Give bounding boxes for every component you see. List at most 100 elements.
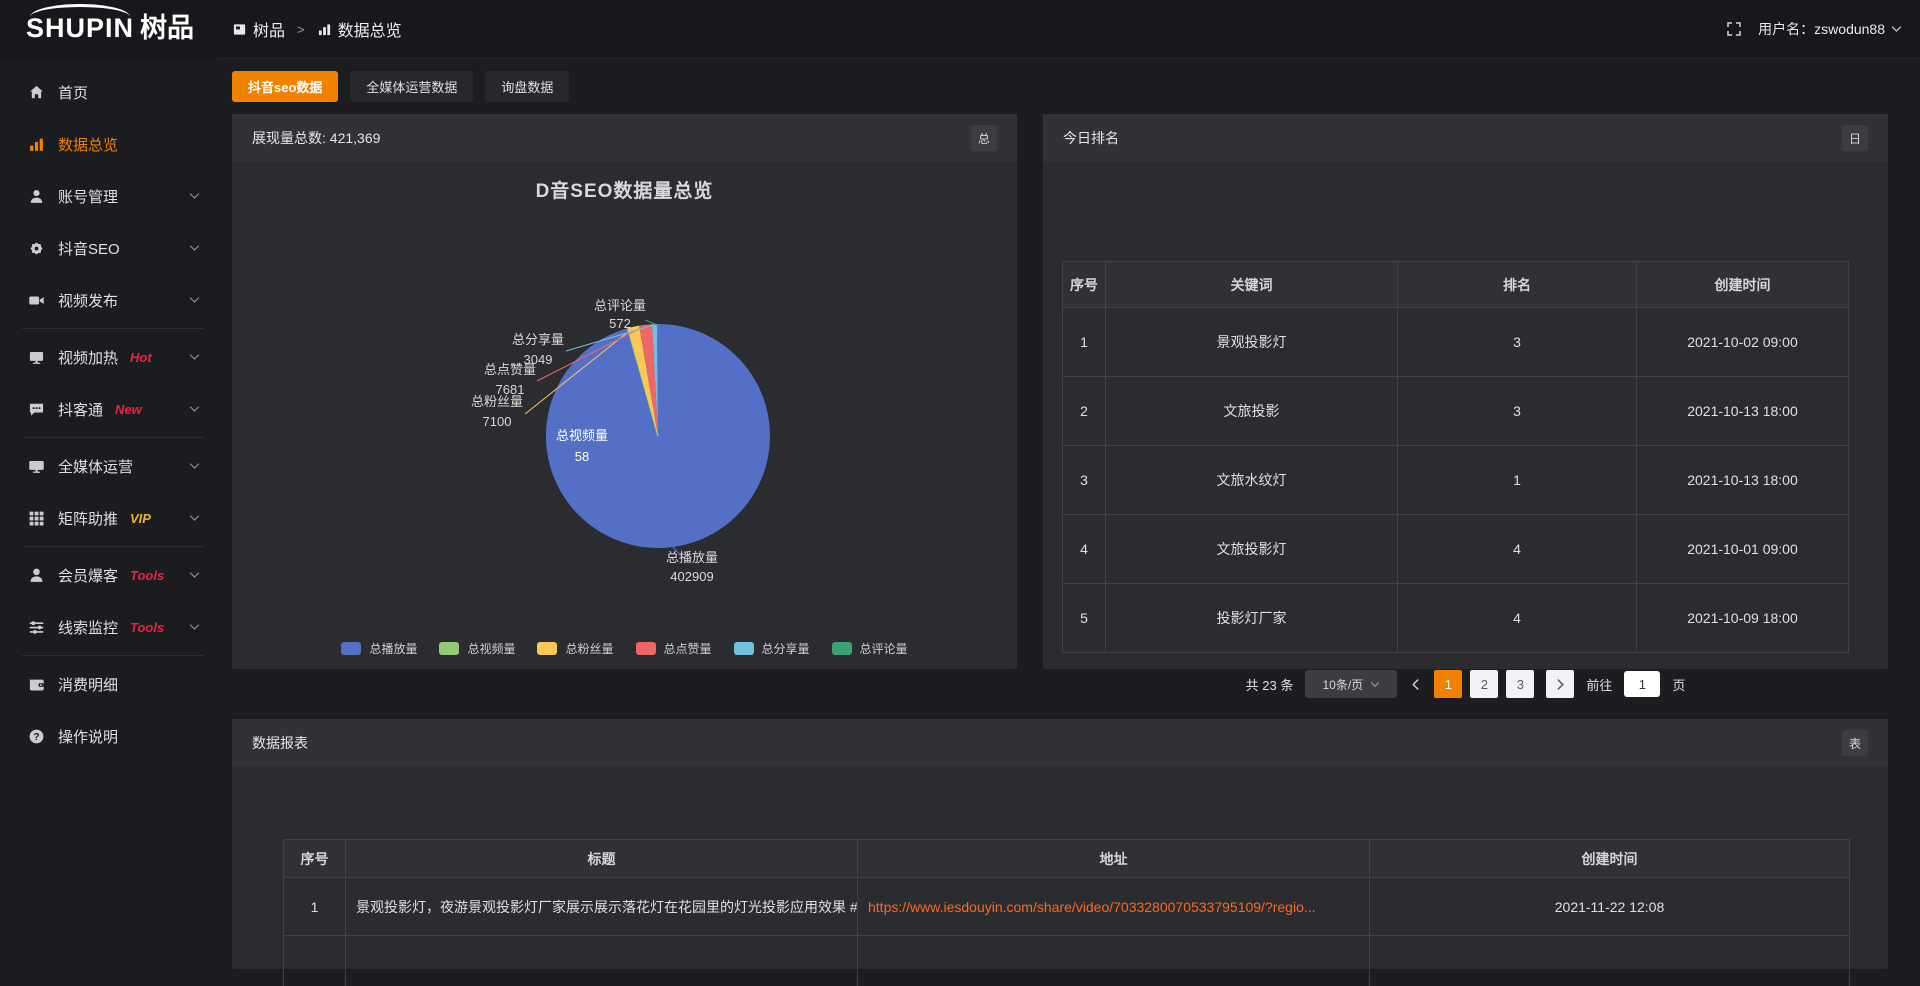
chevron-down-icon bbox=[1370, 681, 1380, 688]
legend-chip bbox=[439, 642, 459, 655]
sidebar-item-操作说明[interactable]: ?操作说明 bbox=[0, 710, 218, 762]
pagination: 共 23 条 10条/页 123 前往 页 bbox=[1043, 670, 1888, 698]
legend-item-总粉丝量[interactable]: 总粉丝量 bbox=[537, 640, 613, 657]
table-cell: 文旅水纹灯 bbox=[1106, 446, 1398, 515]
divider bbox=[22, 328, 204, 329]
table-cell: 2021-10-02 09:00 bbox=[1637, 308, 1849, 377]
username-dropdown[interactable]: 用户名：zswodun88 bbox=[1758, 19, 1902, 39]
table-cell: 2 bbox=[1063, 377, 1106, 446]
table-row: 5投影灯厂家42021-10-09 18:00 bbox=[1063, 584, 1849, 653]
sidebar-badge: New bbox=[115, 402, 142, 417]
sidebar-item-抖客通[interactable]: 抖客通New bbox=[0, 383, 218, 435]
goto-page-input[interactable] bbox=[1624, 671, 1660, 697]
ranking-col-排名: 排名 bbox=[1398, 262, 1637, 308]
table-cell: 3 bbox=[1063, 446, 1106, 515]
page-size-select[interactable]: 10条/页 bbox=[1305, 670, 1397, 698]
table-cell: 2021-10-13 18:00 bbox=[1637, 446, 1849, 515]
member-icon bbox=[28, 567, 45, 584]
overview-corner-button[interactable]: 总 bbox=[971, 125, 997, 151]
chevron-down-icon bbox=[189, 405, 200, 413]
page-button-3[interactable]: 3 bbox=[1506, 670, 1534, 698]
sidebar-item-label: 账号管理 bbox=[58, 186, 118, 207]
sidebar-item-矩阵助推[interactable]: 矩阵助推VIP bbox=[0, 492, 218, 544]
legend-label: 总粉丝量 bbox=[565, 640, 613, 657]
sidebar-item-会员爆客[interactable]: 会员爆客Tools bbox=[0, 549, 218, 601]
pie-label-name: 总播放量 bbox=[666, 550, 718, 565]
sidebar-item-label: 视频加热 bbox=[58, 347, 118, 368]
overview-panel-title: 展现量总数: 421,369 bbox=[252, 128, 380, 148]
sidebar-item-视频加热[interactable]: 视频加热Hot bbox=[0, 331, 218, 383]
bar-chart-icon bbox=[28, 136, 45, 153]
page-button-1[interactable]: 1 bbox=[1434, 670, 1462, 698]
divider bbox=[22, 546, 204, 547]
chevron-down-icon bbox=[189, 353, 200, 361]
legend-item-总点赞量[interactable]: 总点赞量 bbox=[636, 640, 712, 657]
legend-chip bbox=[832, 642, 852, 655]
tab-询盘数据[interactable]: 询盘数据 bbox=[485, 71, 569, 102]
legend-label: 总视频量 bbox=[467, 640, 515, 657]
sidebar-item-数据总览[interactable]: 数据总览 bbox=[0, 118, 218, 170]
breadcrumb-root[interactable]: 树品 bbox=[232, 17, 285, 41]
overview-panel: 展现量总数: 421,369 总 D音SEO数据量总览 总播放量402909总视… bbox=[232, 114, 1017, 669]
sidebar-item-首页[interactable]: 首页 bbox=[0, 66, 218, 118]
report-cell-url: https://www.iesdouyin.com/share/video/70… bbox=[858, 878, 1370, 936]
main-content: 抖音seo数据全媒体运营数据询盘数据 展现量总数: 421,369 总 D音SE… bbox=[218, 58, 1920, 936]
goto-label: 前往 bbox=[1586, 675, 1612, 694]
logo[interactable]: SHUPIN 树品 bbox=[26, 8, 216, 48]
report-col-序号: 序号 bbox=[284, 840, 346, 878]
breadcrumb-separator: > bbox=[297, 22, 305, 37]
divider bbox=[22, 437, 204, 438]
sidebar-badge: Tools bbox=[130, 620, 164, 635]
data-tabs: 抖音seo数据全媒体运营数据询盘数据 bbox=[232, 71, 569, 102]
divider bbox=[22, 655, 204, 656]
ranking-col-序号: 序号 bbox=[1063, 262, 1106, 308]
breadcrumb-current-label: 数据总览 bbox=[338, 17, 402, 41]
pie-label-value: 402909 bbox=[670, 569, 713, 584]
sliders-icon bbox=[28, 619, 45, 636]
chart-legend: 总播放量 总视频量 总粉丝量 总点赞量 总分享量 总评论量 bbox=[232, 640, 1017, 657]
sidebar-item-全媒体运营[interactable]: 全媒体运营 bbox=[0, 440, 218, 492]
ranking-corner-button[interactable]: 日 bbox=[1842, 125, 1868, 151]
sidebar-item-抖音SEO[interactable]: 抖音SEO bbox=[0, 222, 218, 274]
sidebar-item-label: 矩阵助推 bbox=[58, 508, 118, 529]
sidebar-item-视频发布[interactable]: 视频发布 bbox=[0, 274, 218, 326]
fullscreen-icon[interactable] bbox=[1726, 21, 1742, 37]
logo-text-cn: 树品 bbox=[140, 8, 194, 48]
ranking-panel: 今日排名 日 序号关键词排名创建时间1景观投影灯32021-10-02 09:0… bbox=[1043, 114, 1888, 669]
report-cell-no: 1 bbox=[284, 878, 346, 936]
legend-item-总播放量[interactable]: 总播放量 bbox=[341, 640, 417, 657]
sidebar-item-账号管理[interactable]: 账号管理 bbox=[0, 170, 218, 222]
sidebar-item-消费明细[interactable]: 消费明细 bbox=[0, 658, 218, 710]
sidebar-item-线索监控[interactable]: 线索监控Tools bbox=[0, 601, 218, 653]
ranking-panel-title: 今日排名 bbox=[1063, 128, 1119, 148]
table-cell: 景观投影灯 bbox=[1106, 308, 1398, 377]
app-icon bbox=[232, 22, 247, 37]
overview-panel-body: D音SEO数据量总览 总播放量402909总视频量58总粉丝量7100总点赞量7… bbox=[232, 162, 1017, 669]
legend-item-总视频量[interactable]: 总视频量 bbox=[439, 640, 515, 657]
report-corner-button[interactable]: 表 bbox=[1842, 730, 1868, 756]
legend-item-总评论量[interactable]: 总评论量 bbox=[832, 640, 908, 657]
grid-icon bbox=[28, 510, 45, 527]
chevron-left-icon bbox=[1411, 678, 1420, 691]
next-page-button[interactable] bbox=[1546, 670, 1574, 698]
ranking-col-关键词: 关键词 bbox=[1106, 262, 1398, 308]
chevron-down-icon bbox=[189, 296, 200, 304]
breadcrumb-current[interactable]: 数据总览 bbox=[317, 17, 402, 41]
pie-label-line bbox=[645, 320, 657, 325]
chevron-down-icon bbox=[189, 623, 200, 631]
page-button-2[interactable]: 2 bbox=[1470, 670, 1498, 698]
tab-抖音seo数据[interactable]: 抖音seo数据 bbox=[232, 71, 338, 102]
pie-label-value: 7100 bbox=[483, 414, 512, 429]
pagination-total: 共 23 条 bbox=[1246, 675, 1294, 694]
sidebar-item-label: 首页 bbox=[58, 82, 88, 103]
prev-page-button[interactable] bbox=[1409, 678, 1422, 691]
table-cell: 3 bbox=[1398, 377, 1637, 446]
report-table: 序号标题地址创建时间1景观投影灯，夜游景观投影灯厂家展示展示落花灯在花园里的灯光… bbox=[283, 839, 1850, 986]
tab-全媒体运营数据[interactable]: 全媒体运营数据 bbox=[350, 71, 473, 102]
wallet-icon bbox=[28, 676, 45, 693]
page-size-value: 10条/页 bbox=[1322, 676, 1363, 693]
video-link[interactable]: https://www.iesdouyin.com/share/video/70… bbox=[868, 899, 1316, 915]
report-panel-header: 数据报表 表 bbox=[232, 719, 1888, 767]
report-cell-created: 2021-11-22 12:08 bbox=[1370, 878, 1850, 936]
legend-item-总分享量[interactable]: 总分享量 bbox=[734, 640, 810, 657]
